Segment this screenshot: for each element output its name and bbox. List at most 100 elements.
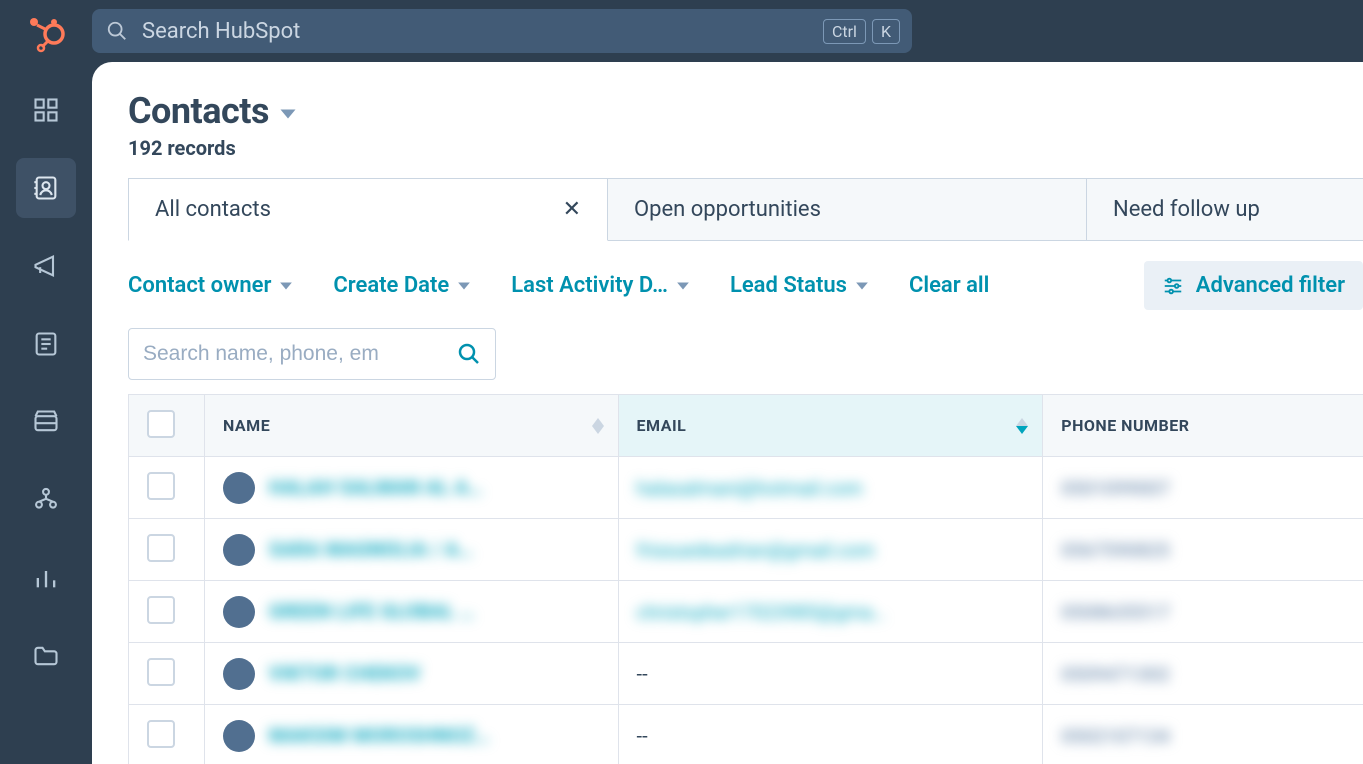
contact-phone: 0567590825 — [1061, 539, 1170, 562]
row-checkbox-cell — [129, 581, 205, 643]
filter-lead-status[interactable]: Lead Status — [730, 273, 869, 298]
sliders-icon — [1162, 275, 1184, 297]
avatar — [223, 658, 255, 690]
global-search-placeholder: Search HubSpot — [142, 19, 300, 44]
contact-phone: 0501099007 — [1061, 477, 1170, 500]
contact-email: christopher17023985@gma… — [637, 601, 886, 624]
contact-phone: 0502107134 — [1061, 725, 1170, 748]
column-header-phone[interactable]: PHONE NUMBER — [1043, 395, 1363, 457]
row-phone-cell[interactable]: 0567590825 — [1043, 519, 1363, 581]
row-email-cell[interactable]: christopher17023985@gma… — [618, 581, 1043, 643]
page-title-dropdown[interactable]: Contacts — [128, 90, 1363, 132]
nav-reports[interactable] — [16, 548, 76, 608]
topbar: Search HubSpot Ctrl K — [92, 0, 1363, 62]
table-row[interactable]: MAKSIM MOROSHNOZ… -- 0502107134 — [129, 705, 1363, 764]
table-row[interactable]: HALAH SALMAN AL A… halasalmani@hotmail.co… — [129, 457, 1363, 519]
row-checkbox[interactable] — [147, 534, 175, 562]
row-phone-cell[interactable]: 0508635517 — [1043, 581, 1363, 643]
search-icon — [106, 20, 128, 42]
search-icon[interactable] — [457, 342, 481, 366]
tab-all-contacts[interactable]: All contacts ✕ — [128, 178, 608, 241]
close-icon[interactable]: ✕ — [503, 197, 581, 222]
contact-name: GREEN LIFE GLOBAL … — [269, 600, 475, 623]
avatar — [223, 720, 255, 752]
select-all-checkbox[interactable] — [147, 410, 175, 438]
row-checkbox[interactable] — [147, 596, 175, 624]
avatar — [223, 596, 255, 628]
row-email-cell[interactable]: halasalmani@hotmail.com — [618, 457, 1043, 519]
contact-name: HALAH SALMAN AL A… — [269, 476, 483, 499]
nav-automation[interactable] — [16, 470, 76, 530]
chevron-down-icon — [279, 105, 297, 123]
row-phone-cell[interactable]: 0509471302 — [1043, 643, 1363, 705]
tab-label: All contacts — [155, 197, 271, 222]
row-checkbox-cell — [129, 519, 205, 581]
advanced-filters-button[interactable]: Advanced filter — [1144, 261, 1363, 310]
nav-content[interactable] — [16, 314, 76, 374]
contact-email: halasalmani@hotmail.com — [637, 477, 863, 500]
contact-email: frissuedeadrian@gmail.com — [637, 539, 875, 562]
sidebar — [0, 0, 92, 764]
tab-label: Need follow up — [1113, 197, 1260, 222]
column-header-name[interactable]: NAME — [205, 395, 619, 457]
row-name-cell[interactable]: VIKTOR CHEKOV — [205, 643, 619, 705]
row-checkbox-cell — [129, 457, 205, 519]
table-row[interactable]: GREEN LIFE GLOBAL … christopher17023985@g… — [129, 581, 1363, 643]
page-title: Contacts — [128, 90, 269, 132]
contact-name: SARA MAGNOLIA / A… — [269, 538, 473, 561]
record-count: 192 records — [128, 136, 1363, 160]
table-row[interactable]: VIKTOR CHEKOV -- 0509471302 — [129, 643, 1363, 705]
row-checkbox-cell — [129, 643, 205, 705]
table-row[interactable]: SARA MAGNOLIA / A… frissuedeadrian@gmail.… — [129, 519, 1363, 581]
global-search[interactable]: Search HubSpot Ctrl K — [92, 9, 912, 53]
chevron-down-icon — [676, 279, 690, 293]
contact-phone: 0509471302 — [1061, 663, 1170, 686]
row-name-cell[interactable]: HALAH SALMAN AL A… — [205, 457, 619, 519]
tab-label: Open opportunities — [634, 197, 821, 222]
row-email-cell[interactable]: frissuedeadrian@gmail.com — [618, 519, 1043, 581]
clear-all-filters[interactable]: Clear all — [909, 273, 989, 298]
row-checkbox-cell — [129, 705, 205, 764]
contact-name: VIKTOR CHEKOV — [269, 662, 421, 685]
chevron-down-icon — [855, 279, 869, 293]
row-phone-cell[interactable]: 0501099007 — [1043, 457, 1363, 519]
filter-bar: Contact owner Create Date Last Activity … — [92, 241, 1363, 328]
hubspot-logo[interactable] — [24, 12, 68, 56]
row-checkbox[interactable] — [147, 658, 175, 686]
row-name-cell[interactable]: MAKSIM MOROSHNOZ… — [205, 705, 619, 764]
nav-commerce[interactable] — [16, 392, 76, 452]
tab-open-opportunities[interactable]: Open opportunities — [607, 178, 1087, 240]
contacts-table: NAME EMAIL — [128, 394, 1363, 764]
nav-contacts[interactable] — [16, 158, 76, 218]
filter-contact-owner[interactable]: Contact owner — [128, 273, 293, 298]
view-tabs: All contacts ✕ Open opportunities Need f… — [128, 178, 1363, 241]
filter-last-activity[interactable]: Last Activity D… — [511, 273, 690, 298]
table-search-input[interactable] — [143, 342, 447, 366]
row-phone-cell[interactable]: 0502107134 — [1043, 705, 1363, 764]
row-name-cell[interactable]: GREEN LIFE GLOBAL … — [205, 581, 619, 643]
nav-marketing[interactable] — [16, 236, 76, 296]
keyboard-shortcut: Ctrl K — [823, 19, 900, 44]
avatar — [223, 472, 255, 504]
row-email-cell[interactable]: -- — [618, 643, 1043, 705]
column-header-checkbox[interactable] — [129, 395, 205, 457]
avatar — [223, 534, 255, 566]
filter-create-date[interactable]: Create Date — [333, 273, 471, 298]
row-email-cell[interactable]: -- — [618, 705, 1043, 764]
contact-phone: 0508635517 — [1061, 601, 1170, 624]
row-checkbox[interactable] — [147, 472, 175, 500]
contact-email: -- — [637, 724, 648, 748]
row-name-cell[interactable]: SARA MAGNOLIA / A… — [205, 519, 619, 581]
table-search[interactable] — [128, 328, 496, 380]
chevron-down-icon — [457, 279, 471, 293]
sort-arrows[interactable] — [592, 418, 604, 434]
column-header-email[interactable]: EMAIL — [618, 395, 1043, 457]
tab-need-follow-up[interactable]: Need follow up — [1086, 178, 1363, 240]
row-checkbox[interactable] — [147, 720, 175, 748]
contact-email: -- — [637, 662, 648, 686]
sort-arrows[interactable] — [1016, 418, 1028, 434]
contact-name: MAKSIM MOROSHNOZ… — [269, 724, 490, 747]
nav-dashboard[interactable] — [16, 80, 76, 140]
chevron-down-icon — [279, 279, 293, 293]
nav-files[interactable] — [16, 626, 76, 686]
